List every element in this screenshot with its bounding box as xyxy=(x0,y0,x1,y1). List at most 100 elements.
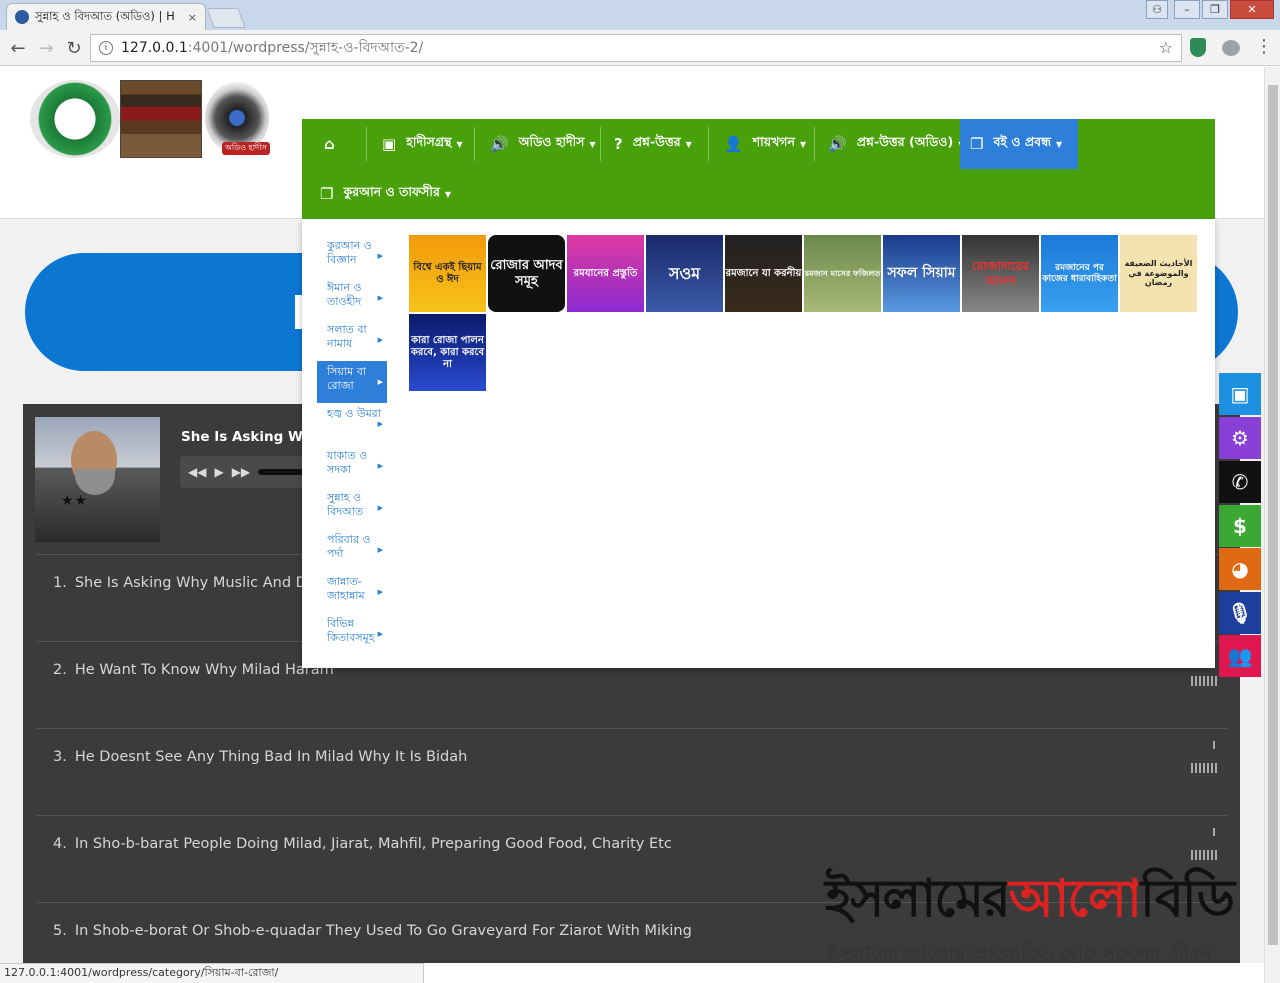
phone-icon[interactable]: ✆ xyxy=(1219,461,1261,503)
nav-books-articles[interactable]: ❐ বই ও প্রবন্ধ ▼ xyxy=(960,119,1078,169)
contact-card-icon[interactable]: ▣ xyxy=(1219,373,1261,415)
book-thumbnail[interactable]: রোজাদারের আনন্দ xyxy=(962,235,1039,312)
restore-button[interactable]: ❐ xyxy=(1202,0,1228,19)
book-thumbnail[interactable]: রমজান মাসের ফজিলত xyxy=(804,235,881,312)
now-playing-title: She Is Asking Why xyxy=(181,429,322,445)
nav-qa-audio[interactable]: 🔊 প্রশ্ন-উত্তর (অডিও)▼ xyxy=(818,119,974,169)
category-siyam[interactable]: সিয়াম বা রোজা ▶ xyxy=(317,361,387,403)
track-marker xyxy=(1213,741,1215,749)
site-favicon-icon xyxy=(15,10,29,24)
track-title[interactable]: She Is Asking Why Muslic And Danc xyxy=(75,575,333,591)
nav-label: হাদীসগ্রন্থ xyxy=(406,134,452,149)
address-bar[interactable]: i 127.0.0.1:4001/wordpress/সুন্নাহ-ও-বিদ… xyxy=(90,34,1182,62)
book-thumbnail[interactable]: রমজানের পর কাজের ধারাবাহিকতা xyxy=(1041,235,1118,312)
category-salat[interactable]: সলাত বা নামায ▶ xyxy=(317,319,387,361)
category-quran-science[interactable]: কুরআন ও বিজ্ঞান ▶ xyxy=(317,235,387,277)
track-number: 4. xyxy=(53,836,67,852)
site-info-icon[interactable]: i xyxy=(99,41,113,55)
category-list: কুরআন ও বিজ্ঞান ▶ ঈমান ও তাওহীদ ▶ সলাত বা … xyxy=(317,235,387,655)
nav-audio-hadith[interactable]: 🔊 অডিও হাদীস ▼ xyxy=(480,119,606,169)
nav-label: শায়খগন xyxy=(752,134,795,149)
browser-menu-icon[interactable]: ⋮ xyxy=(1255,36,1273,57)
category-iman-tawhid[interactable]: ঈমান ও তাওহীদ ▶ xyxy=(317,277,387,319)
category-jannat-jahannam[interactable]: জান্নাত-জাহান্নাম ▶ xyxy=(317,571,387,613)
track-title[interactable]: He Want To Know Why Milad Haram xyxy=(75,662,334,678)
profile-icon[interactable]: ⚇ xyxy=(1146,0,1168,19)
rating-stars[interactable]: ★★ xyxy=(61,493,88,509)
watermark-word-2: আলো xyxy=(1008,868,1142,929)
books-logo-image xyxy=(120,80,202,158)
dollar-icon[interactable]: $ xyxy=(1219,505,1261,547)
track-title[interactable]: He Doesnt See Any Thing Bad In Milad Why… xyxy=(75,749,467,765)
minimize-button[interactable]: – xyxy=(1174,0,1200,19)
watermark-word-1: ইসলামের xyxy=(825,868,1011,929)
book-thumbnail[interactable]: রমযানের প্রস্তুতি xyxy=(567,235,644,312)
user-icon: 👤 xyxy=(724,135,743,153)
watermark-word-3: বিডি xyxy=(1140,868,1235,929)
category-hajj[interactable]: হজ্ব ও উমরা ▶ xyxy=(317,403,387,445)
list-item[interactable]: 3. He Doesnt See Any Thing Bad In Milad W… xyxy=(37,728,1227,815)
page-scrollbar[interactable] xyxy=(1264,67,1280,983)
next-track-icon[interactable]: ▶▶ xyxy=(232,465,250,479)
close-window-button[interactable]: ✕ xyxy=(1230,0,1274,19)
window-controls: ⚇ – ❐ ✕ xyxy=(1144,0,1274,19)
copy-icon: ❐ xyxy=(320,185,334,203)
shield-extension-icon[interactable] xyxy=(1190,38,1206,57)
book-thumbnail[interactable]: সফল সিয়াম xyxy=(883,235,960,312)
extension-icon[interactable] xyxy=(1222,40,1240,56)
bookmark-star-icon[interactable]: ☆ xyxy=(1159,38,1173,57)
nav-scholars[interactable]: 👤 শায়খগন ▼ xyxy=(714,119,816,169)
book-thumbnail[interactable]: রমজানে যা করনীয় xyxy=(725,235,802,312)
copy-icon: ❐ xyxy=(970,135,984,153)
book-thumbnail[interactable]: বিশ্বে একই ছিয়াম ও ঈদ xyxy=(409,235,486,312)
nav-qa[interactable]: ? প্রশ্ন-উত্তর ▼ xyxy=(604,119,702,169)
track-number: 1. xyxy=(53,575,67,591)
browser-tab[interactable]: সুন্নাহ ও বিদআত (অডিও) | H × xyxy=(6,3,206,30)
book-thumbnail[interactable]: সওম xyxy=(646,235,723,312)
nav-home[interactable]: ⌂ xyxy=(314,119,355,169)
volume-meter-icon xyxy=(1191,763,1217,773)
new-tab-button[interactable] xyxy=(206,8,246,28)
volume-meter-icon xyxy=(1191,850,1217,860)
browser-toolbar: ← → ↻ i 127.0.0.1:4001/wordpress/সুন্নাহ… xyxy=(0,30,1280,66)
back-arrow-icon[interactable]: ← xyxy=(6,36,30,60)
cover-beard xyxy=(75,469,115,495)
home-icon: ⌂ xyxy=(324,135,335,153)
nav-label: প্রশ্ন-উত্তর xyxy=(632,134,681,149)
nav-label: কুরআন ও তাফসীর xyxy=(343,184,440,199)
track-number: 5. xyxy=(53,923,67,939)
watermark-tagline: ইসলামের আলোয় আলোকিত হোক সকলের জীবন xyxy=(828,943,1211,963)
main-nav: ⌂ ▣ হাদীসগ্রন্থ ▼ 🔊 অডিও হাদীস ▼ ? প্রশ্ন-… xyxy=(302,119,1215,219)
book-thumbnail[interactable]: الأحاديث الضعيفة والموضوعة في رمضان xyxy=(1120,235,1197,312)
category-misc-books[interactable]: বিভিন্ন কিতাবসমূহ ▶ xyxy=(317,613,387,655)
mega-menu-dropdown: কুরআন ও বিজ্ঞান ▶ ঈমান ও তাওহীদ ▶ সলাত বা … xyxy=(302,219,1215,668)
forward-arrow-icon[interactable]: → xyxy=(34,36,58,60)
globe-icon[interactable]: ◕ xyxy=(1219,548,1261,590)
gears-icon[interactable]: ⚙ xyxy=(1219,417,1261,459)
site-logo[interactable] xyxy=(30,80,120,158)
nav-label: বই ও প্রবন্ধ xyxy=(993,134,1052,149)
browser-titlebar: সুন্নাহ ও বিদআত (অডিও) | H × ⚇ – ❐ ✕ xyxy=(0,0,1280,30)
reload-icon[interactable]: ↻ xyxy=(62,36,86,60)
track-title[interactable]: In Sho-b-barat People Doing Milad, Jiara… xyxy=(75,836,672,852)
book-thumbnail[interactable]: রোজার আদব সমূহ xyxy=(488,235,565,312)
status-bar: 127.0.0.1:4001/wordpress/category/সিয়াম… xyxy=(0,963,424,983)
track-title[interactable]: In Shob-e-borat Or Shob-e-quadar They Us… xyxy=(75,923,692,939)
category-zakat[interactable]: যাকাত ও সদকা ▶ xyxy=(317,445,387,487)
book-thumbnail[interactable]: কারা রোজা পালন করবে, কারা করবে না xyxy=(409,314,486,391)
nav-hadith-books[interactable]: ▣ হাদীসগ্রন্থ ▼ xyxy=(372,119,473,169)
player-controls: ◀◀ ▶ ▶▶ xyxy=(180,456,320,488)
nav-label: অডিও হাদীস xyxy=(518,134,585,149)
previous-track-icon[interactable]: ◀◀ xyxy=(188,465,206,479)
archive-icon: ▣ xyxy=(382,135,397,153)
track-number: 3. xyxy=(53,749,67,765)
play-icon[interactable]: ▶ xyxy=(214,465,223,479)
microphone-icon[interactable]: 🎙 xyxy=(1219,592,1261,634)
users-icon[interactable]: 👥 xyxy=(1219,635,1261,677)
category-sunnah-bidat[interactable]: সুন্নাহ ও বিদআত ▶ xyxy=(317,487,387,529)
tab-close-icon[interactable]: × xyxy=(188,11,197,24)
category-family-purdah[interactable]: পরিবার ও পর্দা ▶ xyxy=(317,529,387,571)
volume-icon: 🔊 xyxy=(490,135,509,153)
nav-quran-tafsir[interactable]: ❐ কুরআন ও তাফসীর ▼ xyxy=(310,169,461,219)
nav-label: প্রশ্ন-উত্তর (অডিও) xyxy=(856,134,954,149)
